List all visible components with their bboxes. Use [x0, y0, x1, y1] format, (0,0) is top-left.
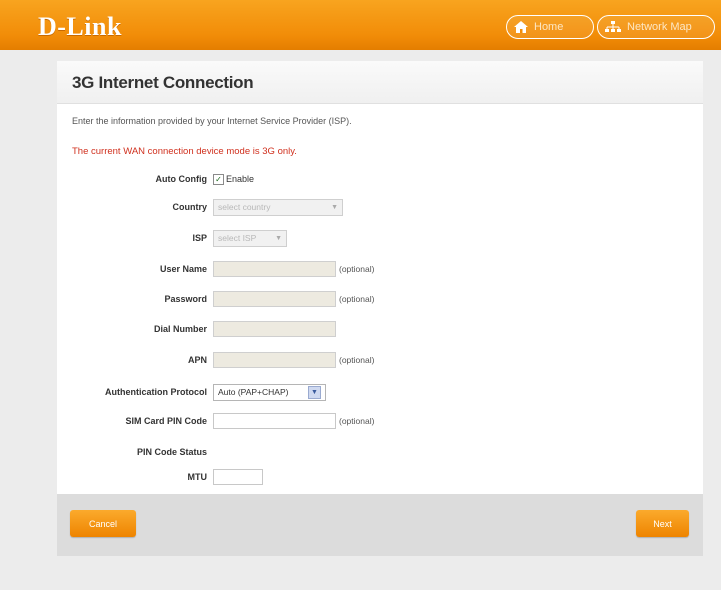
chevron-down-icon: ▼	[331, 203, 338, 211]
network-map-label: Network Map	[627, 21, 692, 33]
footer-bar	[57, 494, 703, 556]
main-panel: 3G Internet Connection Enter the informa…	[57, 61, 703, 556]
row-sim-pin: SIM Card PIN Code (optional)	[57, 411, 703, 431]
row-dial-number: Dial Number	[57, 319, 703, 339]
row-mtu: MTU	[57, 467, 703, 487]
apn-label: APN	[187, 355, 207, 365]
top-bar: D-Link Home Network Map	[0, 0, 721, 50]
mtu-label: MTU	[187, 472, 208, 482]
country-label: Country	[172, 202, 208, 212]
home-button[interactable]: Home	[506, 15, 594, 39]
cancel-button[interactable]: Cancel	[70, 510, 136, 537]
user-name-input[interactable]	[213, 261, 336, 277]
dial-number-label: Dial Number	[153, 324, 207, 334]
country-select[interactable]: select country ▼	[213, 198, 343, 216]
checkmark-icon: ✓	[215, 174, 222, 184]
intro-text: Enter the information provided by your I…	[72, 116, 352, 126]
row-auto-config: Auto Config ✓ Enable	[57, 169, 703, 189]
sim-pin-label: SIM Card PIN Code	[125, 416, 207, 426]
page-title: 3G Internet Connection	[72, 73, 254, 92]
row-user-name: User Name (optional)	[57, 259, 703, 279]
network-map-icon	[604, 20, 622, 34]
next-button[interactable]: Next	[636, 510, 689, 537]
row-pin-status: PIN Code Status	[57, 442, 703, 462]
password-label: Password	[164, 294, 207, 304]
chevron-down-icon: ▼	[275, 234, 282, 242]
auto-config-label: Auto Config	[155, 174, 207, 184]
auth-protocol-select[interactable]: Auto (PAP+CHAP) ▼	[213, 383, 326, 401]
row-password: Password (optional)	[57, 289, 703, 309]
apn-optional-note: (optional)	[339, 355, 375, 365]
row-apn: APN (optional)	[57, 350, 703, 370]
sim-pin-optional-note: (optional)	[339, 416, 375, 426]
home-icon	[513, 20, 529, 34]
dlink-logo: D-Link	[38, 12, 122, 41]
row-auth-protocol: Authentication Protocol Auto (PAP+CHAP) …	[57, 382, 703, 402]
password-optional-note: (optional)	[339, 294, 375, 304]
password-input[interactable]	[213, 291, 336, 307]
row-country: Country select country ▼	[57, 197, 703, 217]
sim-pin-input[interactable]	[213, 413, 336, 429]
auto-config-checkbox[interactable]: ✓	[213, 173, 224, 185]
isp-select[interactable]: select ISP ▼	[213, 229, 287, 247]
user-name-label: User Name	[159, 264, 207, 274]
wan-mode-warning: The current WAN connection device mode i…	[72, 146, 297, 157]
panel-header: 3G Internet Connection	[57, 61, 703, 104]
user-name-optional-note: (optional)	[339, 264, 375, 274]
home-label: Home	[534, 21, 564, 33]
network-map-button[interactable]: Network Map	[597, 15, 715, 39]
isp-label: ISP	[192, 233, 207, 243]
dial-number-input[interactable]	[213, 321, 336, 337]
mtu-input[interactable]	[213, 469, 263, 485]
auth-protocol-select-value: Auto (PAP+CHAP)	[218, 387, 289, 397]
country-select-value: select country	[218, 202, 271, 212]
auto-config-enable-label: Enable	[226, 174, 255, 184]
auth-protocol-label: Authentication Protocol	[105, 387, 207, 397]
apn-input[interactable]	[213, 352, 336, 368]
row-isp: ISP select ISP ▼	[57, 228, 703, 248]
isp-select-value: select ISP	[218, 233, 257, 243]
chevron-down-icon: ▼	[308, 385, 321, 399]
pin-status-label: PIN Code Status	[136, 447, 207, 457]
